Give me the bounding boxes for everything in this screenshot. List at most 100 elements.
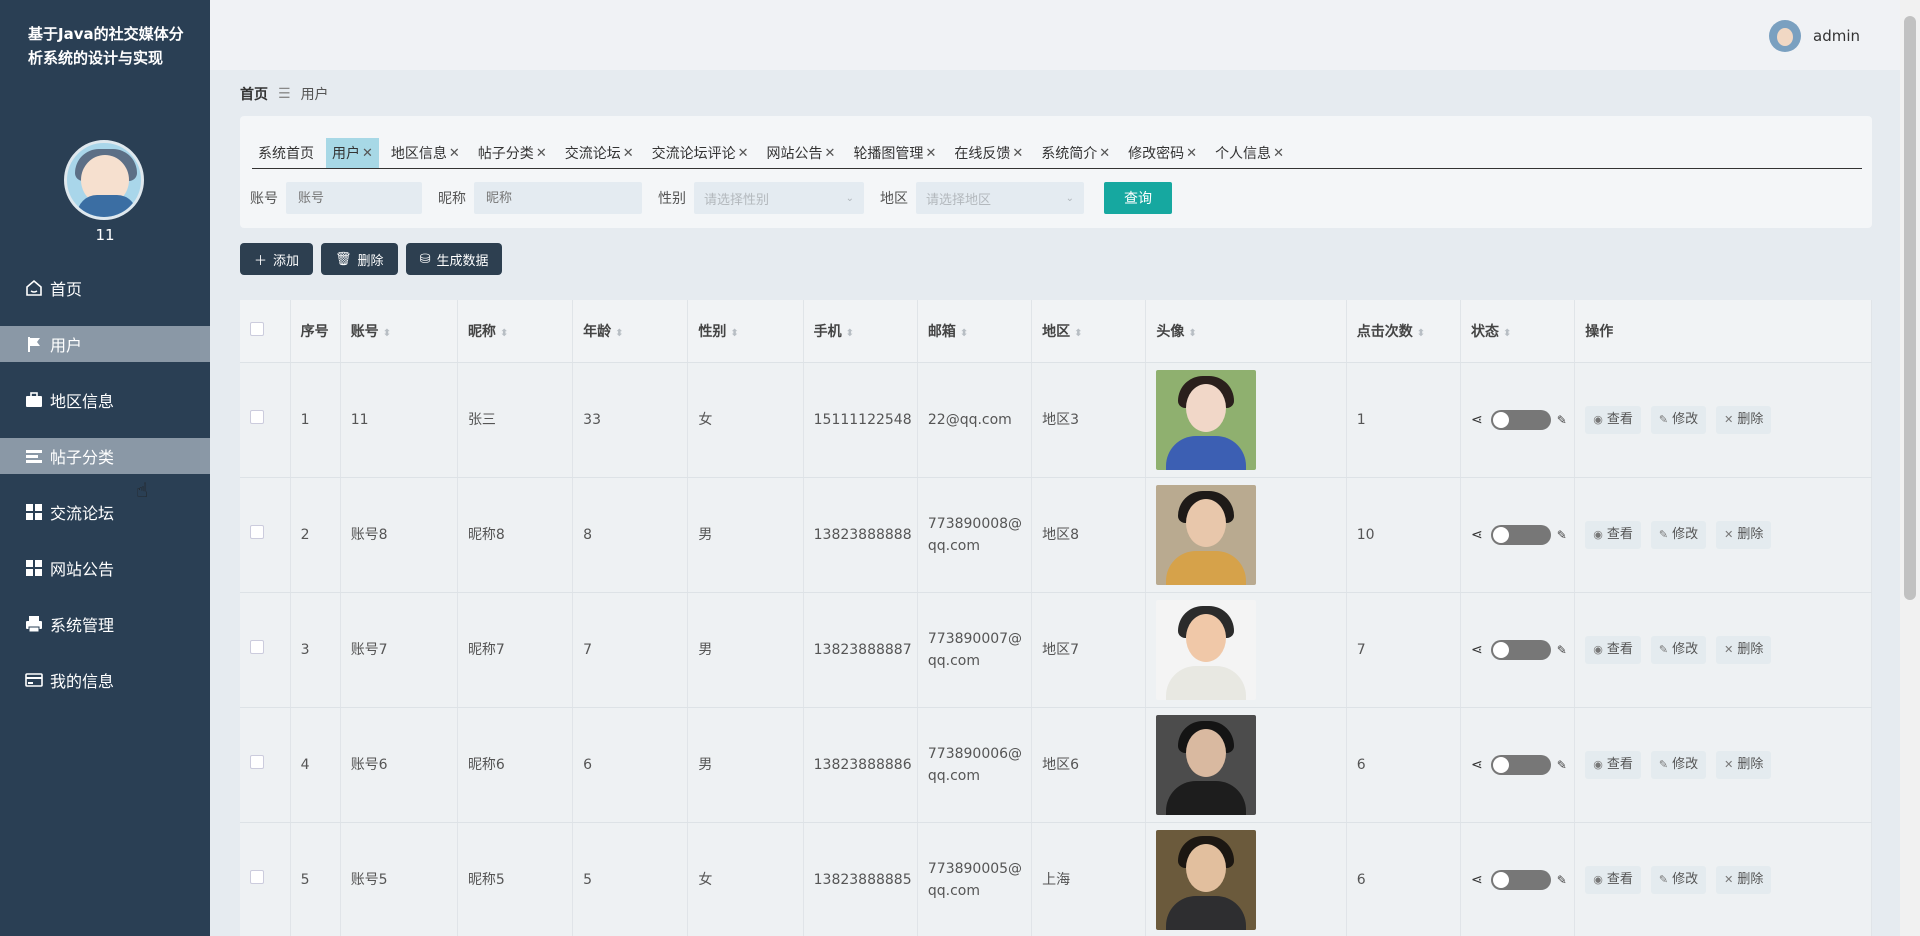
row-checkbox[interactable] <box>250 410 264 424</box>
status-toggle[interactable] <box>1490 870 1551 890</box>
delete-row-button[interactable]: ✕ 删除 <box>1716 866 1772 894</box>
user-photo[interactable] <box>1156 485 1257 585</box>
select-all-checkbox[interactable] <box>250 322 264 336</box>
close-icon[interactable]: ✕ <box>738 146 749 161</box>
sort-icon[interactable]: ⬍ <box>615 328 623 339</box>
sidebar-item-system[interactable]: 系统管理 <box>0 606 210 642</box>
user-photo[interactable] <box>1156 370 1257 470</box>
edit-button[interactable]: ✎ 修改 <box>1650 866 1707 894</box>
sort-icon[interactable]: ⬍ <box>1503 328 1511 339</box>
sidebar-item-announcements[interactable]: 网站公告 <box>0 550 210 586</box>
region-select[interactable]: 请选择地区 ⌄ <box>916 182 1084 214</box>
select-all-cell[interactable] <box>240 300 291 363</box>
sidebar-item-users[interactable]: 用户 <box>0 326 210 362</box>
edit-button[interactable]: ✎ 修改 <box>1650 751 1707 779</box>
row-checkbox[interactable] <box>250 640 264 654</box>
column-header-phone[interactable]: 手机 ⬍ <box>803 300 918 363</box>
page-scrollbar[interactable] <box>1900 0 1920 936</box>
column-header-account[interactable]: 账号 ⬍ <box>340 300 458 363</box>
query-button[interactable]: 查询 <box>1104 182 1172 214</box>
close-icon[interactable]: ✕ <box>1273 146 1284 161</box>
tab-feedback[interactable]: 在线反馈 ✕ <box>948 138 1029 168</box>
share-icon[interactable]: ⋖ <box>1471 524 1483 546</box>
row-select-cell[interactable] <box>240 592 291 708</box>
pencil-icon[interactable]: ✎ <box>1557 409 1567 431</box>
user-photo[interactable] <box>1156 830 1257 930</box>
delete-row-button[interactable]: ✕ 删除 <box>1716 521 1772 549</box>
user-menu[interactable]: admin <box>1769 20 1860 52</box>
edit-button[interactable]: ✎ 修改 <box>1650 521 1707 549</box>
nickname-input[interactable] <box>474 182 642 214</box>
column-header-age[interactable]: 年龄 ⬍ <box>572 300 689 363</box>
sort-icon[interactable]: ⬍ <box>1074 328 1082 339</box>
sort-icon[interactable]: ⬍ <box>1188 328 1196 339</box>
status-toggle[interactable] <box>1490 640 1551 660</box>
tab-carousel[interactable]: 轮播图管理 ✕ <box>847 138 942 168</box>
delete-button[interactable]: 🗑 删除 <box>321 243 398 275</box>
sort-icon[interactable]: ⬍ <box>500 328 508 339</box>
close-icon[interactable]: ✕ <box>623 146 634 161</box>
tab-change-password[interactable]: 修改密码 ✕ <box>1122 138 1203 168</box>
delete-row-button[interactable]: ✕ 删除 <box>1716 751 1772 779</box>
column-header-email[interactable]: 邮箱 ⬍ <box>917 300 1033 363</box>
pencil-icon[interactable]: ✎ <box>1557 869 1567 891</box>
close-icon[interactable]: ✕ <box>449 146 460 161</box>
sort-icon[interactable]: ⬍ <box>960 328 968 339</box>
edit-button[interactable]: ✎ 修改 <box>1650 406 1707 434</box>
row-select-cell[interactable] <box>240 362 291 478</box>
tab-region-info[interactable]: 地区信息 ✕ <box>385 138 466 168</box>
status-toggle[interactable] <box>1490 755 1551 775</box>
sidebar-item-region-info[interactable]: 地区信息 <box>0 382 210 418</box>
tab-system-home[interactable]: 系统首页 <box>252 138 320 168</box>
sidebar-item-post-category[interactable]: 帖子分类 <box>0 438 210 474</box>
share-icon[interactable]: ⋖ <box>1471 754 1483 776</box>
column-header-avatar[interactable]: 头像 ⬍ <box>1145 300 1347 363</box>
column-header-clicks[interactable]: 点击次数 ⬍ <box>1346 300 1462 363</box>
row-select-cell[interactable] <box>240 707 291 823</box>
tab-forum[interactable]: 交流论坛 ✕ <box>559 138 640 168</box>
breadcrumb-home[interactable]: 首页 <box>240 84 268 104</box>
pencil-icon[interactable]: ✎ <box>1557 524 1567 546</box>
close-icon[interactable]: ✕ <box>1099 146 1110 161</box>
delete-row-button[interactable]: ✕ 删除 <box>1716 406 1772 434</box>
tab-announcements[interactable]: 网站公告 ✕ <box>761 138 842 168</box>
sort-icon[interactable]: ⬍ <box>846 328 854 339</box>
edit-button[interactable]: ✎ 修改 <box>1650 636 1707 664</box>
column-header-gender[interactable]: 性别 ⬍ <box>687 300 804 363</box>
row-checkbox[interactable] <box>250 870 264 884</box>
user-photo[interactable] <box>1156 600 1257 700</box>
scrollbar-thumb[interactable] <box>1904 16 1916 600</box>
gender-select[interactable]: 请选择性别 ⌄ <box>694 182 864 214</box>
share-icon[interactable]: ⋖ <box>1471 409 1483 431</box>
add-button[interactable]: ＋ 添加 <box>240 243 314 275</box>
view-button[interactable]: ◉ 查看 <box>1585 751 1641 779</box>
close-icon[interactable]: ✕ <box>1012 146 1023 161</box>
status-toggle[interactable] <box>1490 410 1551 430</box>
row-select-cell[interactable] <box>240 822 291 936</box>
close-icon[interactable]: ✕ <box>925 146 936 161</box>
account-input[interactable] <box>286 182 422 214</box>
view-button[interactable]: ◉ 查看 <box>1585 521 1641 549</box>
row-checkbox[interactable] <box>250 525 264 539</box>
column-header-region[interactable]: 地区 ⬍ <box>1031 300 1147 363</box>
tab-users[interactable]: 用户 ✕ <box>326 138 379 168</box>
close-icon[interactable]: ✕ <box>536 146 547 161</box>
tab-forum-comments[interactable]: 交流论坛评论 ✕ <box>646 138 755 168</box>
sidebar-item-my-info[interactable]: 我的信息 <box>0 662 210 698</box>
pencil-icon[interactable]: ✎ <box>1557 754 1567 776</box>
view-button[interactable]: ◉ 查看 <box>1585 406 1641 434</box>
row-checkbox[interactable] <box>250 755 264 769</box>
tab-system-intro[interactable]: 系统简介 ✕ <box>1035 138 1116 168</box>
sort-icon[interactable]: ⬍ <box>730 328 738 339</box>
tab-personal-info[interactable]: 个人信息 ✕ <box>1209 138 1290 168</box>
user-photo[interactable] <box>1156 715 1257 815</box>
sidebar-item-forum[interactable]: 交流论坛 <box>0 494 210 530</box>
close-icon[interactable]: ✕ <box>362 146 373 161</box>
sort-icon[interactable]: ⬍ <box>1417 328 1425 339</box>
sidebar-item-home[interactable]: 首页 <box>0 270 210 306</box>
column-header-nickname[interactable]: 昵称 ⬍ <box>457 300 574 363</box>
share-icon[interactable]: ⋖ <box>1471 639 1483 661</box>
tab-post-category[interactable]: 帖子分类 ✕ <box>472 138 553 168</box>
delete-row-button[interactable]: ✕ 删除 <box>1716 636 1772 664</box>
pencil-icon[interactable]: ✎ <box>1557 639 1567 661</box>
